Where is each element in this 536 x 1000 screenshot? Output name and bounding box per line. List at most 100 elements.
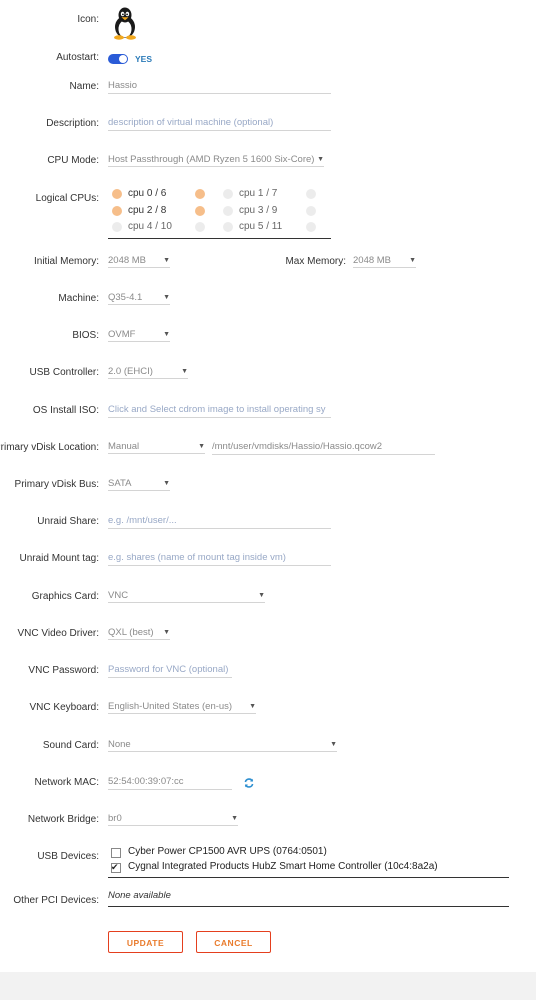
cpu-9-toggle[interactable] bbox=[306, 206, 316, 216]
bios-value: OVMF bbox=[108, 329, 136, 340]
cpu-0-toggle[interactable] bbox=[112, 189, 122, 199]
max-memory-label: Max Memory: bbox=[285, 256, 346, 267]
cpu-10-toggle[interactable] bbox=[195, 222, 205, 232]
cpu-1-toggle[interactable] bbox=[223, 189, 233, 199]
description-input[interactable]: description of virtual machine (optional… bbox=[108, 116, 331, 131]
sound-card-select[interactable]: None ▼ bbox=[108, 738, 337, 752]
initial-memory-select[interactable]: 2048 MB ▼ bbox=[108, 254, 170, 268]
vnc-keyboard-select[interactable]: English-United States (en-us) ▼ bbox=[108, 700, 256, 714]
vnc-video-driver-value: QXL (best) bbox=[108, 627, 154, 638]
graphics-card-select[interactable]: VNC ▼ bbox=[108, 589, 265, 603]
vnc-password-input[interactable]: Password for VNC (optional) bbox=[108, 663, 232, 678]
bios-label: BIOS: bbox=[72, 330, 99, 341]
vdisk-bus-value: SATA bbox=[108, 478, 132, 489]
sound-card-value: None bbox=[108, 739, 131, 750]
vdisk-location-select[interactable]: Manual ▼ bbox=[108, 440, 205, 454]
other-pci-devices-value: None available bbox=[108, 890, 171, 901]
chevron-down-icon: ▼ bbox=[163, 629, 170, 636]
usb-devices-label: USB Devices: bbox=[37, 851, 99, 862]
other-pci-devices-label: Other PCI Devices: bbox=[13, 895, 99, 906]
machine-value: Q35-4.1 bbox=[108, 292, 143, 303]
usb-controller-select[interactable]: 2.0 (EHCI) ▼ bbox=[108, 365, 188, 379]
network-bridge-select[interactable]: br0 ▼ bbox=[108, 812, 238, 826]
initial-memory-label: Initial Memory: bbox=[33, 256, 99, 267]
chevron-down-icon: ▼ bbox=[249, 703, 256, 710]
cpu-2-toggle[interactable] bbox=[112, 206, 122, 216]
vnc-password-label: VNC Password: bbox=[28, 665, 99, 676]
chevron-down-icon: ▼ bbox=[330, 741, 337, 748]
unraid-mount-tag-input[interactable]: e.g. shares (name of mount tag inside vm… bbox=[108, 551, 331, 566]
usb-device-2-checkbox[interactable]: ✔ bbox=[111, 862, 121, 873]
os-install-iso-input[interactable]: Click and Select cdrom image to install … bbox=[108, 403, 331, 418]
name-label: Name: bbox=[69, 81, 99, 92]
vnc-video-driver-select[interactable]: QXL (best) ▼ bbox=[108, 626, 170, 640]
cpu-mode-value: Host Passthrough (AMD Ryzen 5 1600 Six-C… bbox=[108, 154, 315, 165]
cpu-0-label: cpu 0 / 6 bbox=[128, 188, 167, 199]
cpu-2-label: cpu 2 / 8 bbox=[128, 205, 167, 216]
cpu-3-toggle[interactable] bbox=[223, 206, 233, 216]
graphics-card-label: Graphics Card: bbox=[31, 591, 99, 602]
chevron-down-icon: ▼ bbox=[258, 592, 265, 599]
usb-device-1-checkbox[interactable] bbox=[111, 848, 121, 858]
autostart-toggle[interactable] bbox=[108, 54, 128, 64]
refresh-icon[interactable] bbox=[244, 778, 254, 788]
usb-controller-value: 2.0 (EHCI) bbox=[108, 366, 153, 377]
logical-cpus-label: Logical CPUs: bbox=[35, 193, 99, 204]
os-install-iso-label: OS Install ISO: bbox=[32, 405, 99, 416]
usb-device-1-label: Cyber Power CP1500 AVR UPS (0764:0501) bbox=[128, 846, 327, 857]
usb-divider bbox=[108, 877, 509, 878]
checkmark-icon: ✔ bbox=[111, 862, 119, 872]
cpu-8-toggle[interactable] bbox=[195, 206, 205, 216]
vnc-keyboard-label: VNC Keyboard: bbox=[29, 702, 99, 713]
linux-tux-icon[interactable] bbox=[110, 6, 140, 40]
cpu-5-toggle[interactable] bbox=[223, 222, 233, 232]
network-bridge-label: Network Bridge: bbox=[27, 814, 99, 825]
machine-label: Machine: bbox=[58, 293, 99, 304]
toggle-knob bbox=[119, 55, 127, 63]
cpu-4-toggle[interactable] bbox=[112, 222, 122, 232]
primary-vdisk-location-label: Primary vDisk Location: bbox=[0, 442, 99, 453]
max-memory-value: 2048 MB bbox=[353, 255, 392, 266]
cpu-7-toggle[interactable] bbox=[306, 189, 316, 199]
chevron-down-icon: ▼ bbox=[409, 257, 416, 264]
unraid-share-input[interactable]: e.g. /mnt/user/... bbox=[108, 514, 331, 529]
chevron-down-icon: ▼ bbox=[163, 257, 170, 264]
vnc-keyboard-value: English-United States (en-us) bbox=[108, 701, 233, 712]
chevron-down-icon: ▼ bbox=[163, 480, 170, 487]
vdisk-bus-select[interactable]: SATA ▼ bbox=[108, 477, 170, 491]
primary-vdisk-bus-label: Primary vDisk Bus: bbox=[14, 479, 99, 490]
cpu-3-label: cpu 3 / 9 bbox=[239, 205, 278, 216]
cancel-button[interactable]: CANCEL bbox=[196, 931, 271, 953]
cpu-6-toggle[interactable] bbox=[195, 189, 205, 199]
autostart-label: Autostart: bbox=[56, 52, 99, 63]
update-button[interactable]: UPDATE bbox=[108, 931, 183, 953]
vdisk-path-input[interactable]: /mnt/user/vmdisks/Hassio/Hassio.qcow2 bbox=[212, 440, 435, 455]
chevron-down-icon: ▼ bbox=[317, 156, 324, 163]
initial-memory-value: 2048 MB bbox=[108, 255, 147, 266]
chevron-down-icon: ▼ bbox=[198, 443, 205, 450]
sound-card-label: Sound Card: bbox=[42, 740, 99, 751]
description-label: Description: bbox=[46, 118, 99, 129]
machine-select[interactable]: Q35-4.1 ▼ bbox=[108, 291, 170, 305]
cpu-1-label: cpu 1 / 7 bbox=[239, 188, 278, 199]
bios-select[interactable]: OVMF ▼ bbox=[108, 328, 170, 342]
network-mac-input[interactable]: 52:54:00:39:07:cc bbox=[108, 775, 232, 790]
cpu-11-toggle[interactable] bbox=[306, 222, 316, 232]
max-memory-select[interactable]: 2048 MB ▼ bbox=[353, 254, 416, 268]
unraid-mount-tag-label: Unraid Mount tag: bbox=[19, 553, 100, 564]
graphics-card-value: VNC bbox=[108, 590, 129, 601]
name-input[interactable]: Hassio bbox=[108, 79, 331, 94]
icon-label: Icon: bbox=[77, 14, 99, 25]
cpu-mode-select[interactable]: Host Passthrough (AMD Ryzen 5 1600 Six-C… bbox=[108, 153, 324, 167]
cpu-5-label: cpu 5 / 11 bbox=[239, 221, 283, 232]
chevron-down-icon: ▼ bbox=[181, 368, 188, 375]
unraid-share-label: Unraid Share: bbox=[37, 516, 99, 527]
vdisk-location-value: Manual bbox=[108, 441, 140, 452]
cpu-mode-label: CPU Mode: bbox=[47, 155, 99, 166]
chevron-down-icon: ▼ bbox=[163, 331, 170, 338]
footer-bar bbox=[0, 972, 536, 1000]
chevron-down-icon: ▼ bbox=[231, 815, 238, 822]
cpu-4-label: cpu 4 / 10 bbox=[128, 221, 172, 232]
chevron-down-icon: ▼ bbox=[163, 294, 170, 301]
network-mac-label: Network MAC: bbox=[34, 777, 99, 788]
